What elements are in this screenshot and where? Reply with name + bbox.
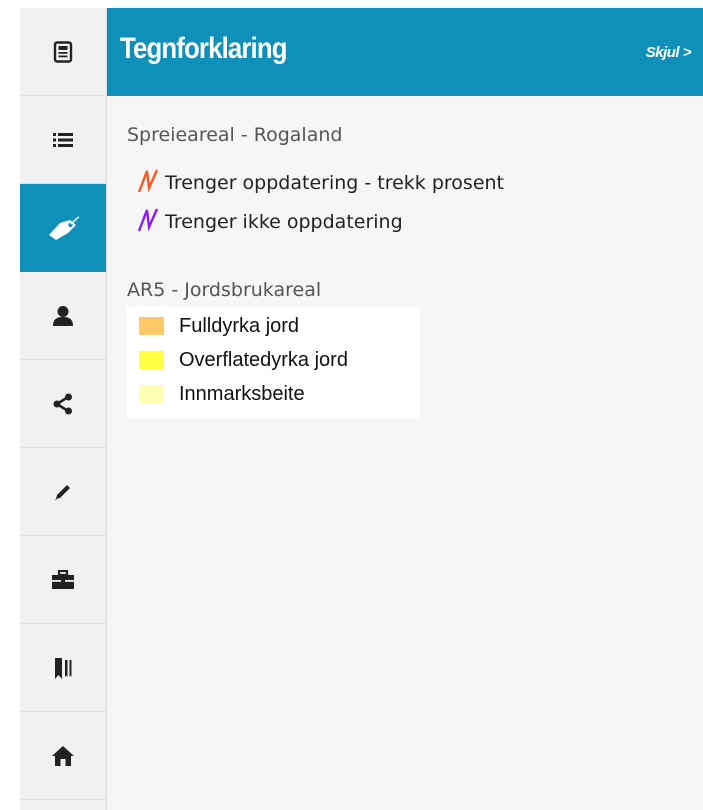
color-swatch bbox=[139, 385, 164, 403]
sidebar-item-bookmarks[interactable] bbox=[20, 624, 106, 712]
area-legend: Fulldyrka jord Overflatedyrka jord Innma… bbox=[127, 306, 420, 418]
line-symbol-icon bbox=[137, 207, 159, 237]
legend-item: Trenger oppdatering - trekk prosent bbox=[137, 168, 504, 198]
legend-group-title: Spreieareal - Rogaland bbox=[127, 124, 343, 146]
line-symbol-icon bbox=[137, 168, 159, 198]
sidebar-item-user[interactable] bbox=[20, 272, 106, 360]
share-icon bbox=[53, 393, 73, 415]
legend-item-label: Fulldyrka jord bbox=[179, 314, 300, 337]
color-swatch bbox=[139, 351, 164, 369]
pencil-icon bbox=[53, 482, 73, 502]
legend-item: Overflatedyrka jord bbox=[139, 345, 348, 375]
tag-icon bbox=[46, 215, 80, 241]
legend-item: Innmarksbeite bbox=[139, 379, 305, 409]
bookmarks-icon bbox=[53, 656, 73, 680]
legend-item-label: Trenger oppdatering - trekk prosent bbox=[165, 172, 504, 194]
legend-item-label: Overflatedyrka jord bbox=[179, 348, 348, 371]
sidebar-item-list[interactable] bbox=[20, 96, 106, 184]
panel-title: Tegnforklaring bbox=[120, 32, 288, 65]
list-icon bbox=[53, 132, 73, 148]
briefcase-icon bbox=[51, 569, 75, 590]
panel-header: Tegnforklaring Skjul > bbox=[107, 8, 703, 96]
sidebar-item-legend[interactable] bbox=[20, 184, 106, 272]
sidebar-item-share[interactable] bbox=[20, 360, 106, 448]
sidebar-item-draw[interactable] bbox=[20, 448, 106, 536]
sidebar-item-document[interactable] bbox=[20, 8, 106, 96]
sidebar-item-home[interactable] bbox=[20, 712, 106, 800]
user-icon bbox=[52, 305, 74, 327]
document-icon bbox=[53, 40, 73, 63]
home-icon bbox=[51, 745, 75, 767]
sidebar bbox=[20, 8, 107, 810]
legend-item: Trenger ikke oppdatering bbox=[137, 207, 403, 237]
legend-item: Fulldyrka jord bbox=[139, 311, 299, 341]
legend-item-label: Trenger ikke oppdatering bbox=[165, 211, 403, 233]
legend-item-label: Innmarksbeite bbox=[179, 382, 305, 405]
app-window: Tegnforklaring Skjul > Spreieareal - Rog… bbox=[20, 8, 703, 810]
legend-group-title: AR5 - Jordsbrukareal bbox=[127, 279, 322, 301]
sidebar-item-tools[interactable] bbox=[20, 536, 106, 624]
hide-panel-link[interactable]: Skjul > bbox=[646, 44, 692, 61]
legend-panel: Tegnforklaring Skjul > Spreieareal - Rog… bbox=[107, 8, 703, 810]
color-swatch bbox=[139, 317, 164, 335]
